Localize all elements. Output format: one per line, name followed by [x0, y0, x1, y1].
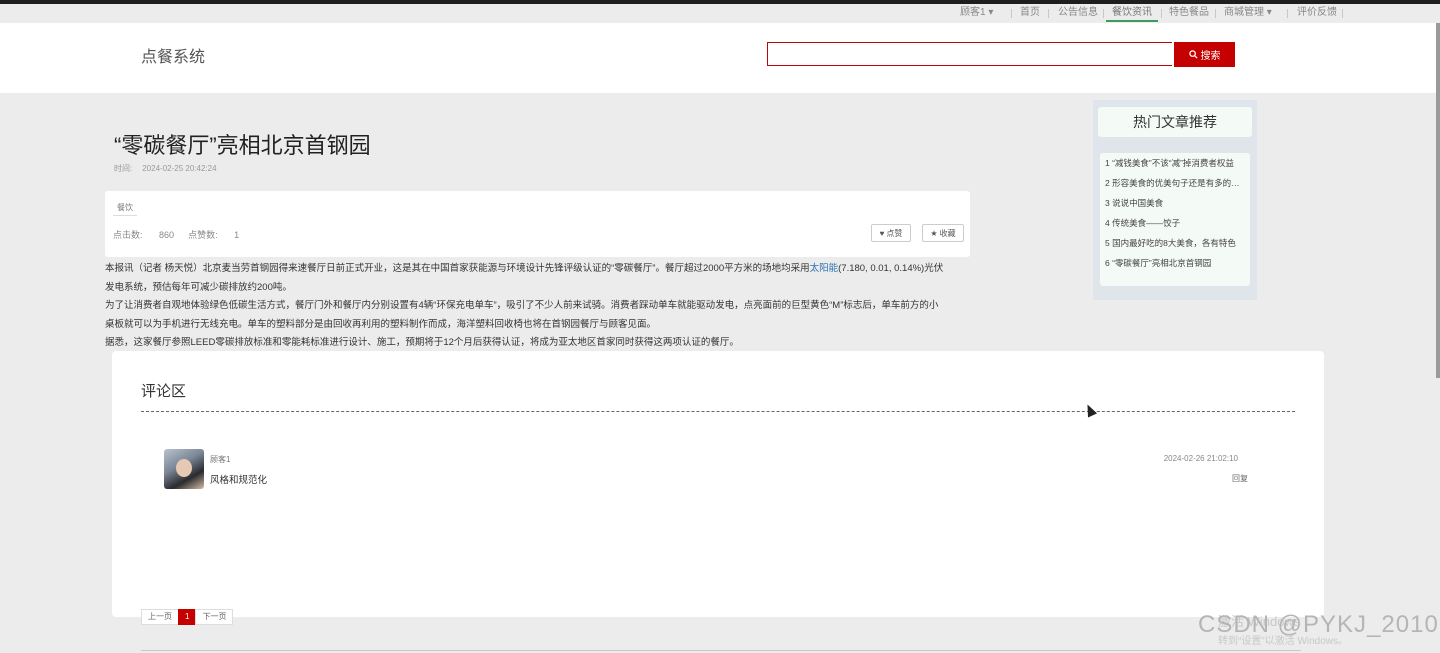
collect-button[interactable]: ★ 收藏 [922, 224, 964, 242]
nav-separator [1287, 9, 1288, 18]
hot-article-item[interactable]: 2 形容美食的优美句子还是有多的，快看看吧 [1100, 173, 1250, 193]
nav-separator [1161, 9, 1162, 18]
chevron-down-icon: ▾ [1266, 7, 1272, 18]
collect-button-label: 收藏 [939, 228, 956, 238]
article-title: “零碳餐厅”亮相北京首钢园 [114, 133, 371, 158]
hot-article-item[interactable]: 1 “减钱美食”不该“减”掉消费者权益 [1100, 153, 1250, 173]
nav-home[interactable]: 首页 [1020, 6, 1040, 20]
article-paragraph: 据悉，这家餐厅参照LEED零碳排放标准和零能耗标准进行设计、施工，预期将于12个… [105, 334, 945, 353]
top-nav: 顾客1 ▾ 首页 公告信息 餐饮资讯 特色餐品 商城管理 ▾ 评价反馈 [0, 4, 1440, 23]
site-logo[interactable]: 点餐系统 [141, 43, 205, 67]
search-icon [1188, 50, 1198, 59]
heart-icon: ♥ [879, 228, 885, 238]
likes-label: 点赞数: [188, 230, 218, 240]
nav-mall-label: 商城管理 [1224, 7, 1264, 18]
paragraph-text: 为了让消费者自观地体验绿色低碳生活方式，餐厅门外和餐厅内分别设置有4辆“环保充电… [105, 300, 939, 330]
paragraph-text: 本报讯（记者 杨天悦）北京麦当劳首钢园得来速餐厅日前正式开业，这是其在中国首家获… [105, 263, 810, 274]
article-meta: 时间: 2024-02-25 20:42:24 [114, 163, 217, 174]
comment-time: 2024-02-26 21:02:10 [1163, 454, 1238, 463]
nav-user-menu[interactable]: 顾客1 ▾ [960, 6, 993, 20]
nav-feedback[interactable]: 评价反馈 [1297, 6, 1337, 20]
site-header: 点餐系统 搜索 [0, 23, 1440, 93]
article-tag[interactable]: 餐饮 [113, 200, 137, 216]
nav-specialty[interactable]: 特色餐品 [1169, 6, 1209, 20]
nav-user-label: 顾客1 [960, 7, 986, 18]
clicks-stat: 点击数: 860 [113, 230, 174, 240]
hot-article-item[interactable]: 6 “零碳餐厅”亮相北京首钢园 [1100, 253, 1250, 273]
nav-separator [1215, 9, 1216, 18]
hot-article-item[interactable]: 3 说说中国美食 [1100, 193, 1250, 213]
article-counts: 点击数: 860 点赞数: 1 [113, 228, 239, 241]
comment-section: 评论区 顾客1 风格和规范化 2024-02-26 21:02:10 回复 上一… [112, 351, 1324, 625]
nav-mall-menu[interactable]: 商城管理 ▾ [1224, 6, 1272, 20]
comment-divider [141, 411, 1295, 412]
page-1-button[interactable]: 1 [178, 609, 197, 625]
avatar [164, 449, 204, 489]
hot-articles-sidebar: 热门文章推荐 1 “减钱美食”不该“减”掉消费者权益 2 形容美食的优美句子还是… [1093, 100, 1257, 300]
avatar-face [176, 459, 192, 477]
like-button[interactable]: ♥ 点赞 [871, 224, 911, 242]
sidebar-title: 热门文章推荐 [1098, 107, 1252, 137]
article-body: 本报讯（记者 杨天悦）北京麦当劳首钢园得来速餐厅日前正式开业，这是其在中国首家获… [105, 260, 945, 353]
article-stats-card: 餐饮 点击数: 860 点赞数: 1 ♥ 点赞 ★ 收藏 [105, 191, 970, 257]
clicks-value: 860 [159, 230, 175, 240]
nav-notice[interactable]: 公告信息 [1058, 6, 1098, 20]
prev-page-button[interactable]: 上一页 [141, 609, 179, 625]
article-paragraph: 本报讯（记者 杨天悦）北京麦当劳首钢园得来速餐厅日前正式开业，这是其在中国首家获… [105, 260, 945, 297]
page-scrollbar[interactable] [1436, 23, 1440, 378]
article-time: 2024-02-25 20:42:24 [142, 164, 217, 173]
nav-separator [1011, 9, 1012, 18]
paragraph-text: 据悉，这家餐厅参照LEED零碳排放标准和零能耗标准进行设计、施工，预期将于12个… [105, 337, 739, 348]
search-button[interactable]: 搜索 [1174, 42, 1235, 67]
comment-user: 顾客1 [210, 455, 231, 464]
like-button-label: 点赞 [886, 228, 903, 238]
hot-articles-list: 1 “减钱美食”不该“减”掉消费者权益 2 形容美食的优美句子还是有多的，快看看… [1100, 153, 1250, 286]
clicks-label: 点击数: [113, 230, 143, 240]
nav-separator [1103, 9, 1104, 18]
next-page-button[interactable]: 下一页 [195, 609, 234, 625]
nav-news[interactable]: 餐饮资讯 [1106, 6, 1158, 22]
hot-article-item[interactable]: 4 传统美食——饺子 [1100, 213, 1250, 233]
time-label: 时间: [114, 164, 133, 173]
comment-section-title: 评论区 [141, 383, 187, 400]
search-button-label: 搜索 [1200, 51, 1221, 62]
likes-stat: 点赞数: 1 [188, 230, 239, 240]
hot-article-item[interactable]: 5 国内最好吃的8大美食，各有特色 [1100, 233, 1250, 253]
chevron-down-icon: ▾ [988, 7, 994, 18]
article-paragraph: 为了让消费者自观地体验绿色低碳生活方式，餐厅门外和餐厅内分别设置有4辆“环保充电… [105, 297, 945, 334]
nav-separator [1048, 9, 1049, 18]
nav-separator [1342, 9, 1343, 18]
likes-value: 1 [234, 230, 240, 240]
star-icon: ★ [930, 228, 938, 238]
bottom-divider [141, 650, 1301, 651]
pagination: 上一页 1 下一页 [141, 609, 234, 625]
comment-text: 风格和规范化 [210, 475, 268, 486]
search-input[interactable] [767, 42, 1172, 66]
reply-button[interactable]: 回复 [1232, 473, 1248, 484]
csdn-watermark: CSDN @PYKJ_2010 [1198, 611, 1439, 638]
solar-link[interactable]: 太阳能 [810, 263, 839, 274]
